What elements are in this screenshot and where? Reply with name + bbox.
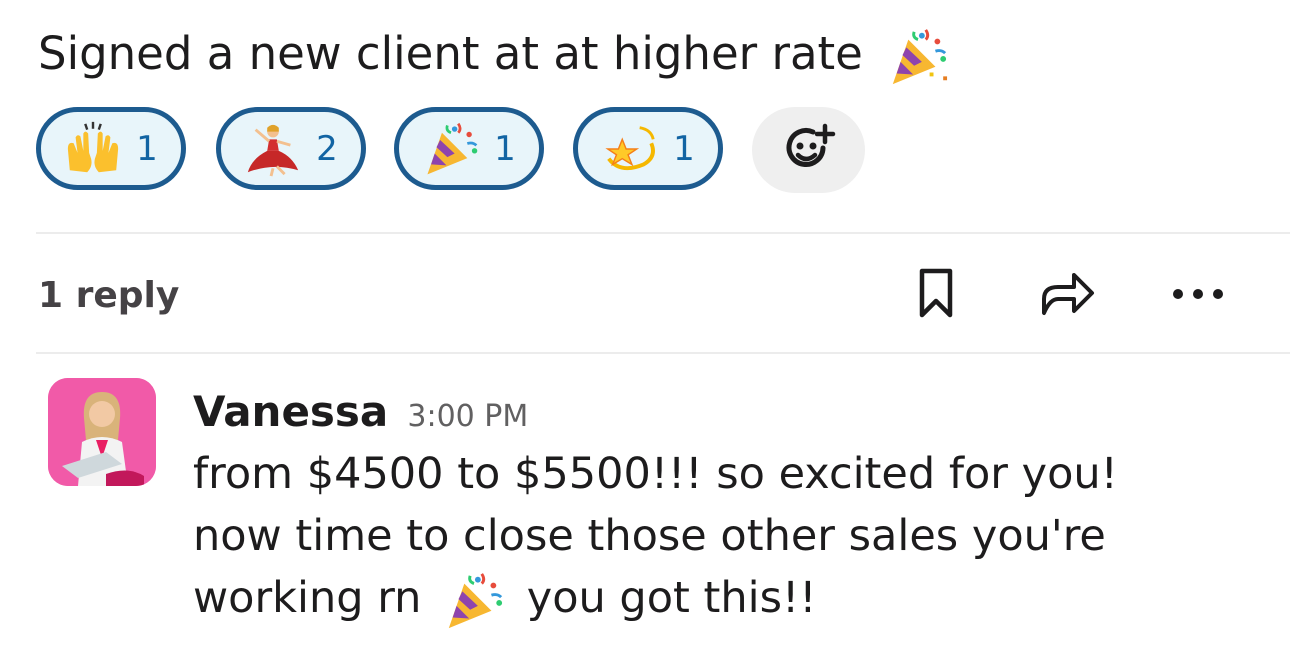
reaction-party-popper[interactable]: 1 [394,107,544,190]
divider [36,352,1290,354]
party-popper-icon [887,26,949,88]
reaction-count: 1 [494,128,516,169]
reply-line-text: working rn [193,573,422,623]
reaction-count: 1 [136,128,158,169]
dancer-icon [244,120,302,178]
reply-count-link[interactable]: 1 reply [38,268,179,324]
party-popper-icon [443,570,505,632]
divider [36,232,1290,234]
share-icon [1040,269,1096,321]
author-name[interactable]: Vanessa [193,387,388,436]
message-body: Signed a new client at at higher rate [38,27,863,80]
reaction-count: 2 [316,128,338,169]
timestamp[interactable]: 3:00 PM [407,399,528,434]
bookmark-button[interactable] [906,265,966,325]
emoji-add-icon [779,118,839,182]
message-text: Signed a new client at at higher rate [38,18,949,90]
party-popper-icon [422,120,480,178]
reply-line: now time to close those other sales you'… [193,511,1106,561]
add-reaction-button[interactable] [752,107,865,193]
reply-body: from $4500 to $5500!!! so excited for yo… [193,443,1118,632]
reaction-count: 1 [673,128,695,169]
reply-line-text: you got this!! [526,573,817,623]
avatar[interactable] [48,378,156,486]
more-actions-button[interactable] [1168,265,1228,325]
reply-line: from $4500 to $5500!!! so excited for yo… [193,449,1118,499]
bookmark-icon [916,267,956,323]
dizzy-star-icon [601,120,659,178]
slack-message-thread: Signed a new client at at higher rate 1 … [0,0,1290,672]
more-icon [1170,286,1226,305]
reply-line: working rn you got this!! [193,567,1118,632]
reaction-dancer[interactable]: 2 [216,107,366,190]
share-button[interactable] [1038,265,1098,325]
reply-header: Vanessa 3:00 PM [193,382,528,451]
reaction-dizzy-star[interactable]: 1 [573,107,723,190]
reaction-raising-hands[interactable]: 1 [36,107,186,190]
raising-hands-icon [64,120,122,178]
